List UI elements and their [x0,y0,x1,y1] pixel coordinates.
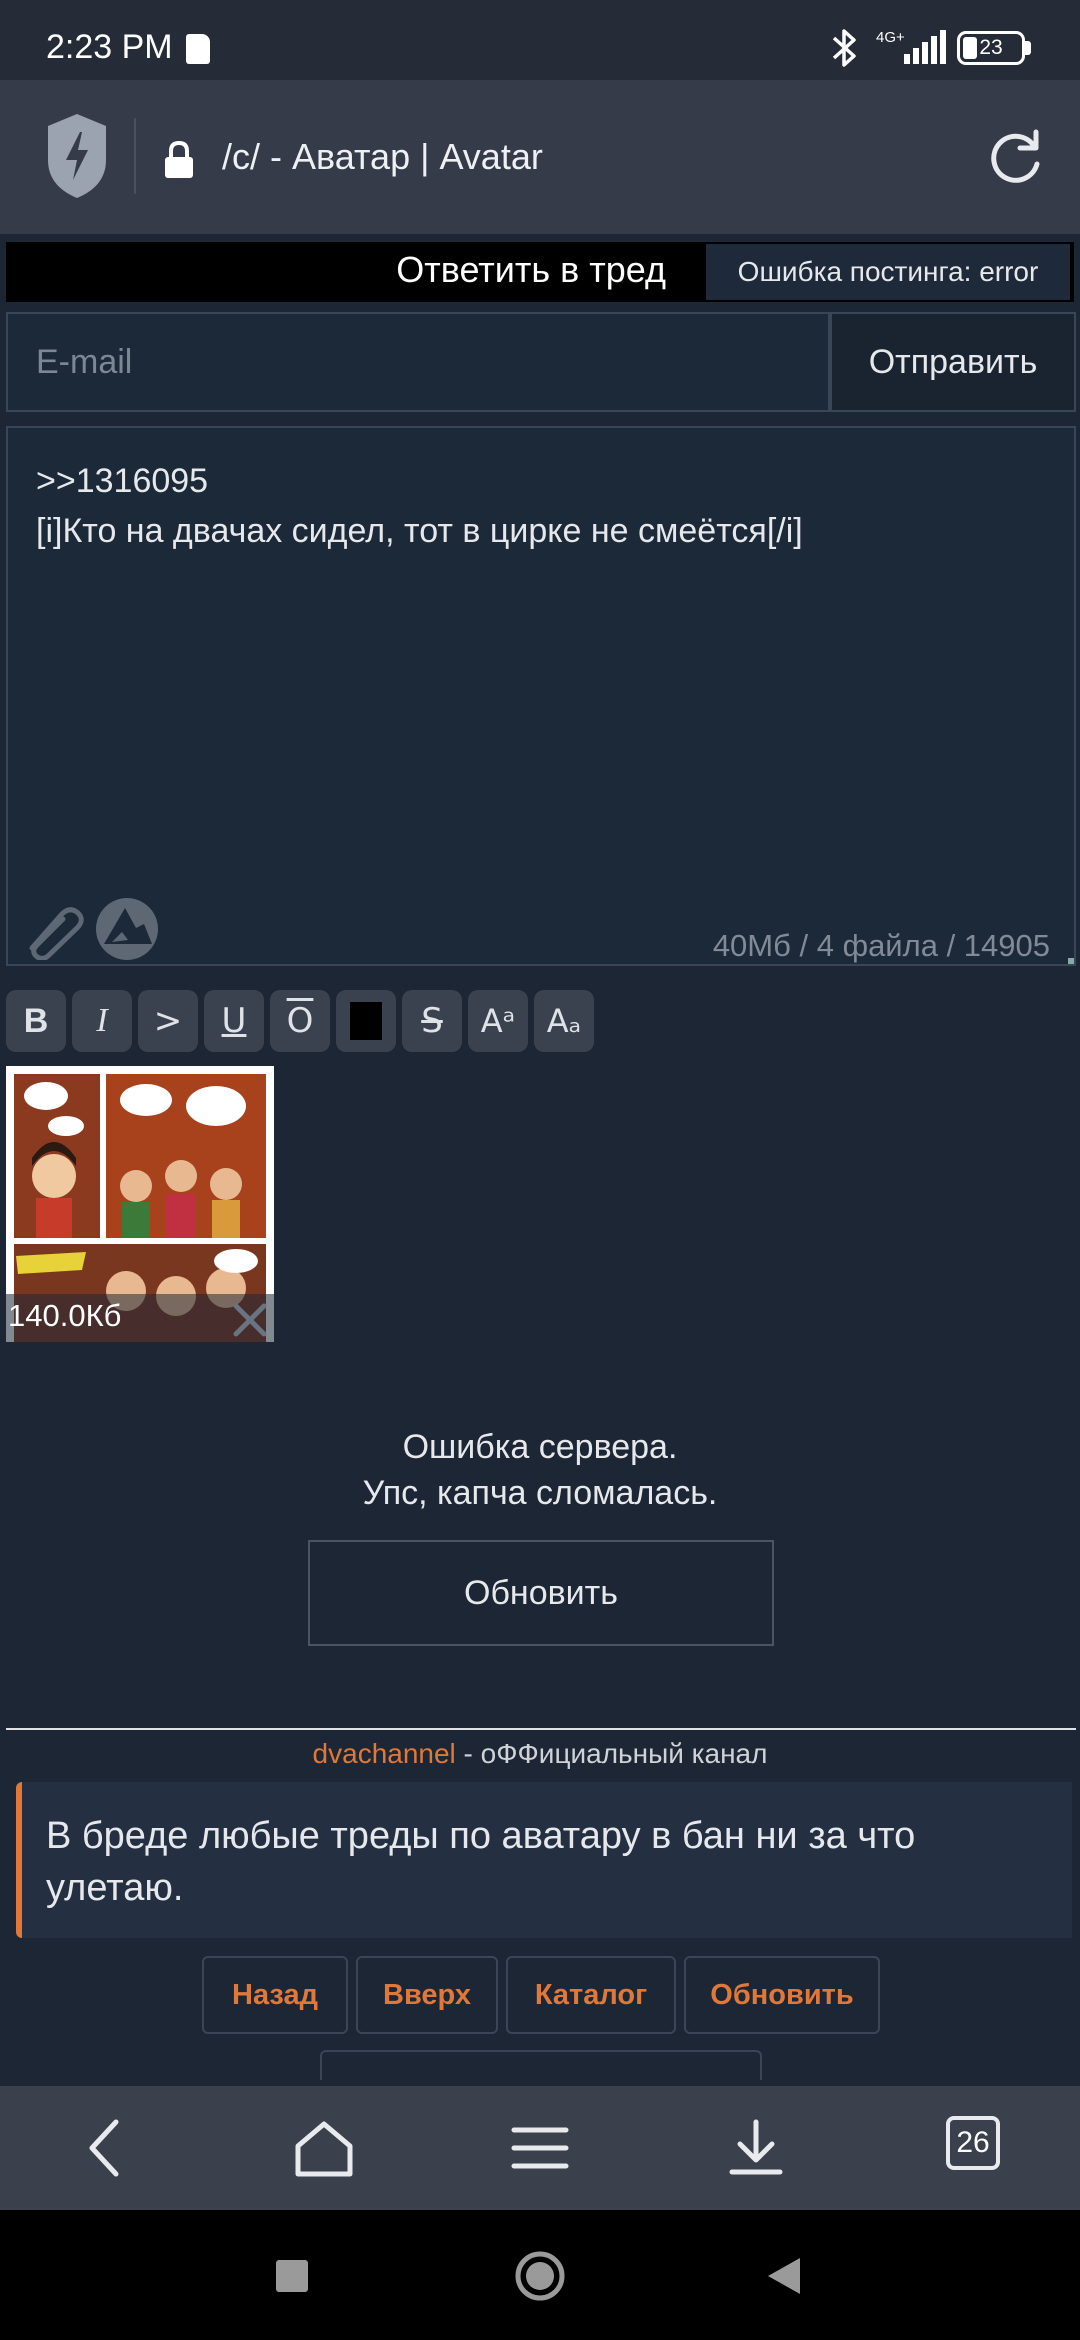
shield-icon[interactable] [44,110,110,202]
message-textarea[interactable]: >>1316095 [i]Кто на двачах сидел, тот в … [6,426,1076,966]
lock-icon [165,140,193,178]
catalog-button[interactable]: Каталог [506,1956,676,2034]
back-arrow-icon[interactable] [76,2116,140,2180]
browser-address-bar: /c/ - Аватар | Avatar [0,80,1080,234]
banner-quote: В бреде любые треды по аватару в бан ни … [16,1782,1072,1938]
email-field[interactable] [6,312,830,412]
reply-title: Ответить в тред [396,249,666,290]
sd-card-icon [186,34,210,64]
captcha-error: Ошибка сервера. Упс, капча сломалась. [0,1424,1080,1516]
captcha-error-line2: Упс, капча сломалась. [362,1474,718,1512]
superscript-button[interactable]: Aᵃ [468,990,528,1052]
browser-bottom-bar: 26 [0,2086,1080,2210]
underline-button[interactable]: U [204,990,264,1052]
download-icon[interactable] [724,2116,788,2180]
up-button[interactable]: Вверх [356,1956,498,2034]
divider [6,1728,1076,1730]
channel-line: dvachannel - оФФициальный канал [0,1738,1080,1770]
resize-handle[interactable] [1068,958,1074,964]
home-icon[interactable] [292,2116,356,2180]
channel-text: - оФФициальный канал [455,1738,768,1769]
quote-button[interactable]: > [138,990,198,1052]
back-button[interactable]: Назад [202,1956,348,2034]
reload-icon[interactable] [984,126,1046,188]
attachment-size: 140.0Кб [8,1298,122,1333]
refresh-thread-button[interactable]: Обновить [684,1956,880,2034]
reply-header: Ответить в тред Ошибка постинга: error [6,242,1074,302]
sketch-icon[interactable] [92,896,162,962]
bold-button[interactable]: B [6,990,66,1052]
partial-box [320,2050,762,2080]
send-button[interactable]: Отправить [830,312,1076,412]
captcha-error-line1: Ошибка сервера. [402,1428,678,1466]
recents-icon[interactable] [276,2260,308,2292]
banner-quote-text: В бреде любые треды по аватару в бан ни … [46,1815,916,1909]
android-nav-bar [0,2210,1080,2340]
overline-button[interactable]: O [270,990,330,1052]
status-bar: 2:23 PM 4G+ 23 [0,0,1080,80]
paperclip-icon[interactable] [18,898,90,960]
upload-limits: 40Мб / 4 файла / 14905 [712,928,1050,963]
status-time: 2:23 PM [46,28,173,66]
strike-button[interactable]: S [402,990,462,1052]
spoiler-button[interactable] [336,990,396,1052]
signal-icon [904,30,946,64]
menu-icon[interactable] [508,2116,572,2180]
battery-level: 23 [979,36,1003,59]
battery-icon: 23 [957,31,1025,65]
refresh-captcha-button[interactable]: Обновить [308,1540,774,1646]
url-text[interactable]: /c/ - Аватар | Avatar [222,136,543,178]
tabs-count[interactable]: 26 [946,2116,1000,2170]
remove-attachment-icon[interactable] [230,1300,270,1340]
italic-button[interactable]: I [72,990,132,1052]
home-circle-icon[interactable] [514,2250,566,2302]
subscript-button[interactable]: Aₐ [534,990,594,1052]
posting-error: Ошибка постинга: error [706,244,1070,300]
bluetooth-icon [832,29,856,67]
attachment-thumbnail[interactable]: 140.0Кб [6,1066,274,1342]
channel-link[interactable]: dvachannel [313,1738,456,1769]
message-text[interactable]: >>1316095 [i]Кто на двачах сидел, тот в … [36,456,803,556]
back-triangle-icon[interactable] [764,2256,802,2296]
